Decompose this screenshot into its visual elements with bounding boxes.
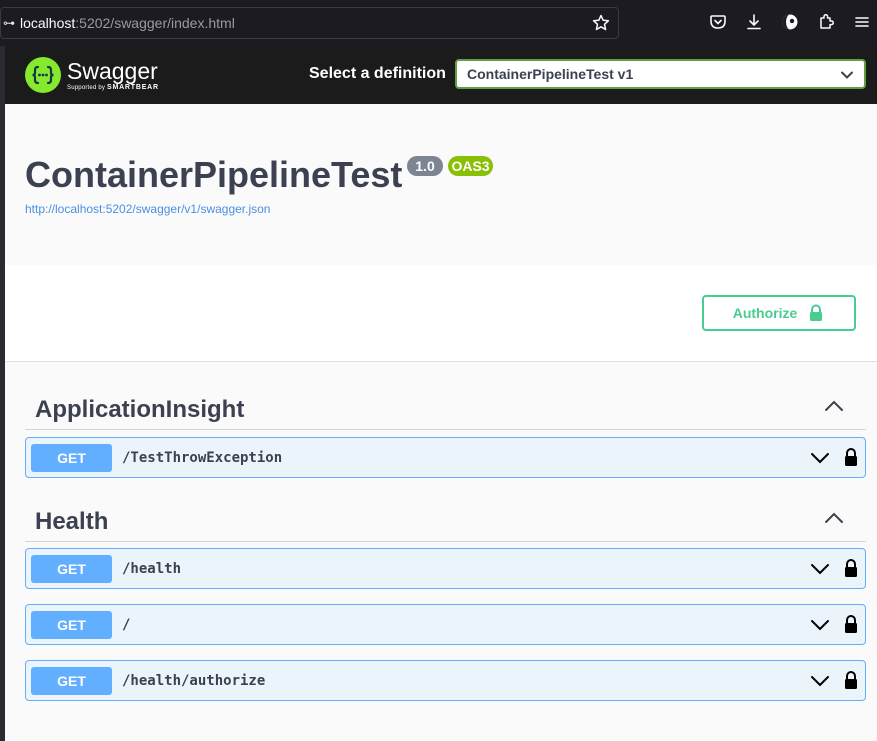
operation-get-health-authorize[interactable]: GET /health/authorize	[25, 660, 866, 701]
address-bar-url[interactable]: localhost:5202/swagger/index.html	[20, 15, 235, 31]
definition-select[interactable]: ContainerPipelineTest v1	[455, 59, 866, 89]
bookmark-star-icon[interactable]	[592, 14, 610, 32]
address-bar[interactable]: ⊶ localhost:5202/swagger/index.html	[0, 7, 619, 39]
scheme-container: Authorize	[5, 265, 877, 362]
api-title: ContainerPipelineTest	[25, 154, 403, 195]
operation-path: /TestThrowException	[122, 450, 283, 466]
lock-icon[interactable]	[842, 670, 860, 690]
swagger-logo-icon	[25, 57, 61, 93]
tag-header-applicationinsight[interactable]: ApplicationInsight	[25, 382, 866, 430]
method-badge: GET	[31, 667, 112, 695]
downloads-icon[interactable]	[745, 13, 763, 31]
operation-path: /health/authorize	[122, 673, 266, 689]
swagger-topbar: Swagger Supported by SMARTBEAR Select a …	[5, 46, 877, 104]
version-badge: 1.0	[407, 156, 443, 176]
browser-toolbar: ⊶ localhost:5202/swagger/index.html	[0, 0, 877, 46]
authorize-label: Authorize	[732, 305, 798, 321]
method-badge: GET	[31, 611, 112, 639]
pocket-icon[interactable]	[709, 13, 727, 31]
lock-icon[interactable]	[842, 447, 860, 467]
chevron-up-icon[interactable]	[824, 511, 844, 525]
extensions-icon[interactable]	[817, 13, 835, 31]
method-badge: GET	[31, 444, 112, 472]
lock-icon	[810, 304, 823, 321]
operation-path: /health	[122, 561, 182, 577]
operation-get-root[interactable]: GET /	[25, 604, 866, 645]
menu-icon[interactable]	[853, 13, 871, 31]
chevron-down-icon	[841, 71, 853, 79]
definition-select-value: ContainerPipelineTest v1	[467, 66, 634, 82]
spec-url-link[interactable]: http://localhost:5202/swagger/v1/swagger…	[25, 202, 270, 216]
lock-icon[interactable]	[842, 614, 860, 634]
authorize-button[interactable]: Authorize	[702, 295, 856, 331]
api-info: ContainerPipelineTest 1.0 OAS3 http://lo…	[5, 104, 877, 265]
account-icon[interactable]	[781, 13, 799, 31]
definition-select-label: Select a definition	[309, 65, 446, 82]
lock-icon[interactable]	[842, 558, 860, 578]
smartbear-tagline: Supported by SMARTBEAR	[67, 84, 159, 91]
tag-header-health[interactable]: Health	[25, 494, 866, 542]
site-info-icon[interactable]: ⊶	[3, 16, 15, 30]
swagger-logo-text: Swagger	[67, 58, 158, 84]
chevron-down-icon[interactable]	[810, 674, 830, 688]
chevron-up-icon[interactable]	[824, 399, 844, 413]
tag-name: Health	[35, 508, 109, 535]
chevron-down-icon[interactable]	[810, 451, 830, 465]
tag-name: ApplicationInsight	[35, 396, 245, 423]
operation-path: /	[122, 617, 131, 633]
chevron-down-icon[interactable]	[810, 618, 830, 632]
operation-get-health[interactable]: GET /health	[25, 548, 866, 589]
method-badge: GET	[31, 555, 112, 583]
swagger-logo[interactable]: Swagger Supported by SMARTBEAR	[25, 55, 159, 95]
chevron-down-icon[interactable]	[810, 562, 830, 576]
operation-get-testthrowexception[interactable]: GET /TestThrowException	[25, 437, 866, 478]
oas-badge: OAS3	[448, 156, 493, 176]
